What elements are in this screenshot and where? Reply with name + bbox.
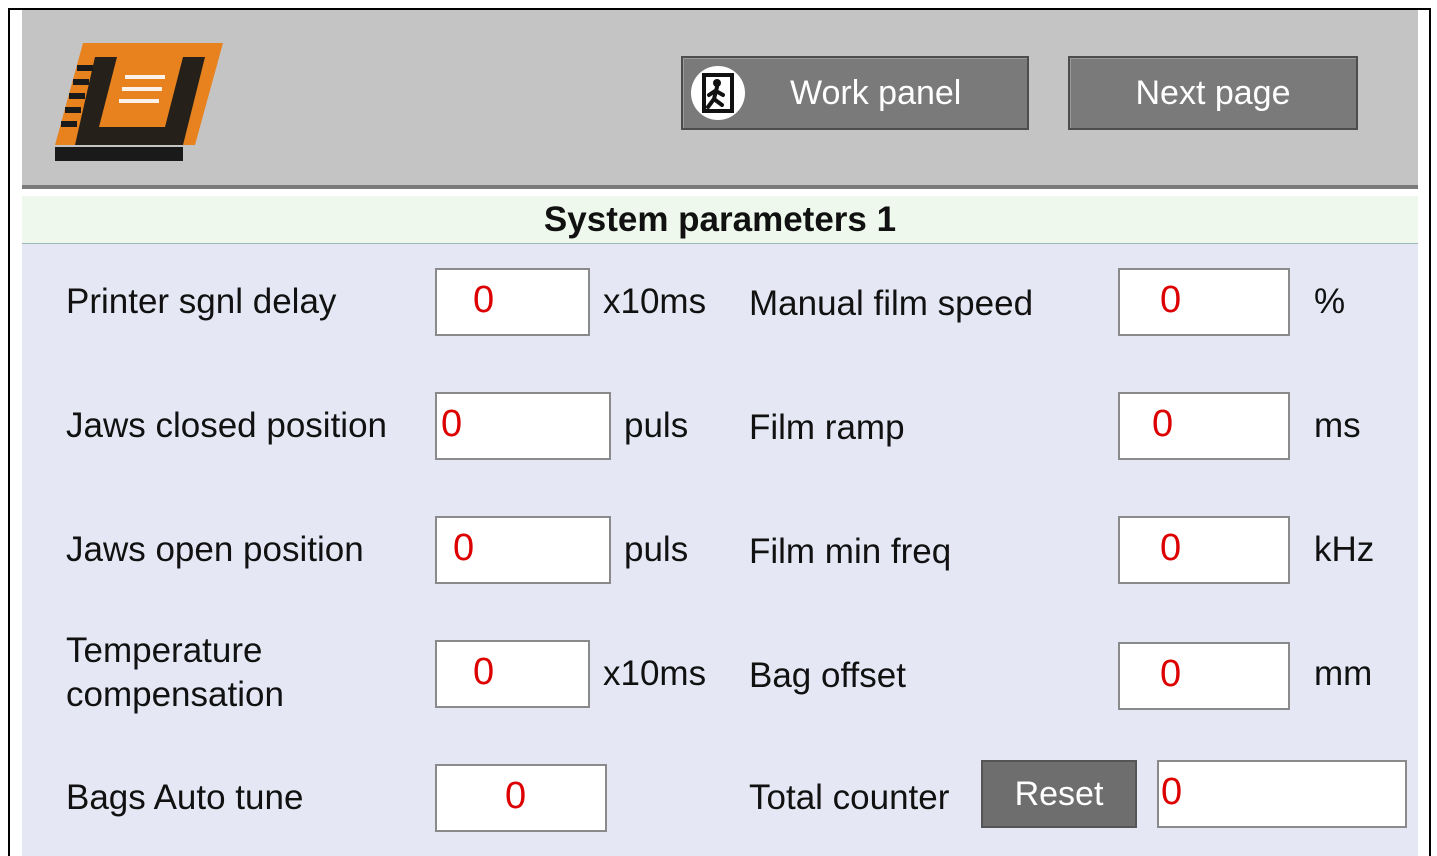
film-ramp-unit: ms [1314,406,1361,445]
film-min-freq-label: Film min freq [749,532,952,571]
film-min-freq-field[interactable]: 0 [1118,516,1290,584]
jaws-open-position-label: Jaws open position [66,530,364,569]
jaws-closed-position-field[interactable]: 0 [435,392,611,460]
bag-offset-field[interactable]: 0 [1118,642,1290,710]
bag-offset-label: Bag offset [749,656,906,695]
printer-signal-delay-unit: x10ms [603,282,707,321]
total-counter-label: Total counter [749,778,950,817]
temperature-compensation-label-line1: Temperature [66,631,263,670]
next-page-label: Next page [1135,73,1291,112]
bags-auto-tune-label: Bags Auto tune [66,778,304,817]
bags-auto-tune-field[interactable]: 0 [435,764,607,832]
jaws-open-position-field[interactable]: 0 [435,516,611,584]
film-ramp-label: Film ramp [749,408,905,447]
work-panel-label: Work panel [790,73,962,112]
manual-film-speed-field[interactable]: 0 [1118,268,1290,336]
manual-film-speed-unit: % [1314,282,1346,321]
reset-counter-label: Reset [1014,774,1104,813]
manual-film-speed-label: Manual film speed [749,284,1034,323]
next-page-button[interactable]: Next page [1068,56,1358,130]
jaws-open-position-unit: puls [624,530,689,569]
total-counter-field: 0 [1157,760,1407,828]
film-ramp-field[interactable]: 0 [1118,392,1290,460]
header-divider [22,185,1418,189]
page-title: System parameters 1 [22,196,1418,244]
printer-signal-delay-field[interactable]: 0 [435,268,590,336]
reset-counter-button[interactable]: Reset [981,760,1137,828]
film-min-freq-unit: kHz [1314,530,1375,569]
company-logo [55,43,223,161]
jaws-closed-position-unit: puls [624,406,689,445]
bag-offset-unit: mm [1314,654,1373,693]
temperature-compensation-label-line2: compensation [66,675,284,714]
emergency-exit-icon [691,66,745,120]
printer-signal-delay-label: Printer sgnl delay [66,282,337,321]
jaws-closed-position-label: Jaws closed position [66,406,387,445]
work-panel-button[interactable]: Work panel [681,56,1029,130]
temperature-compensation-field[interactable]: 0 [435,640,590,708]
temperature-compensation-unit: x10ms [603,654,707,693]
